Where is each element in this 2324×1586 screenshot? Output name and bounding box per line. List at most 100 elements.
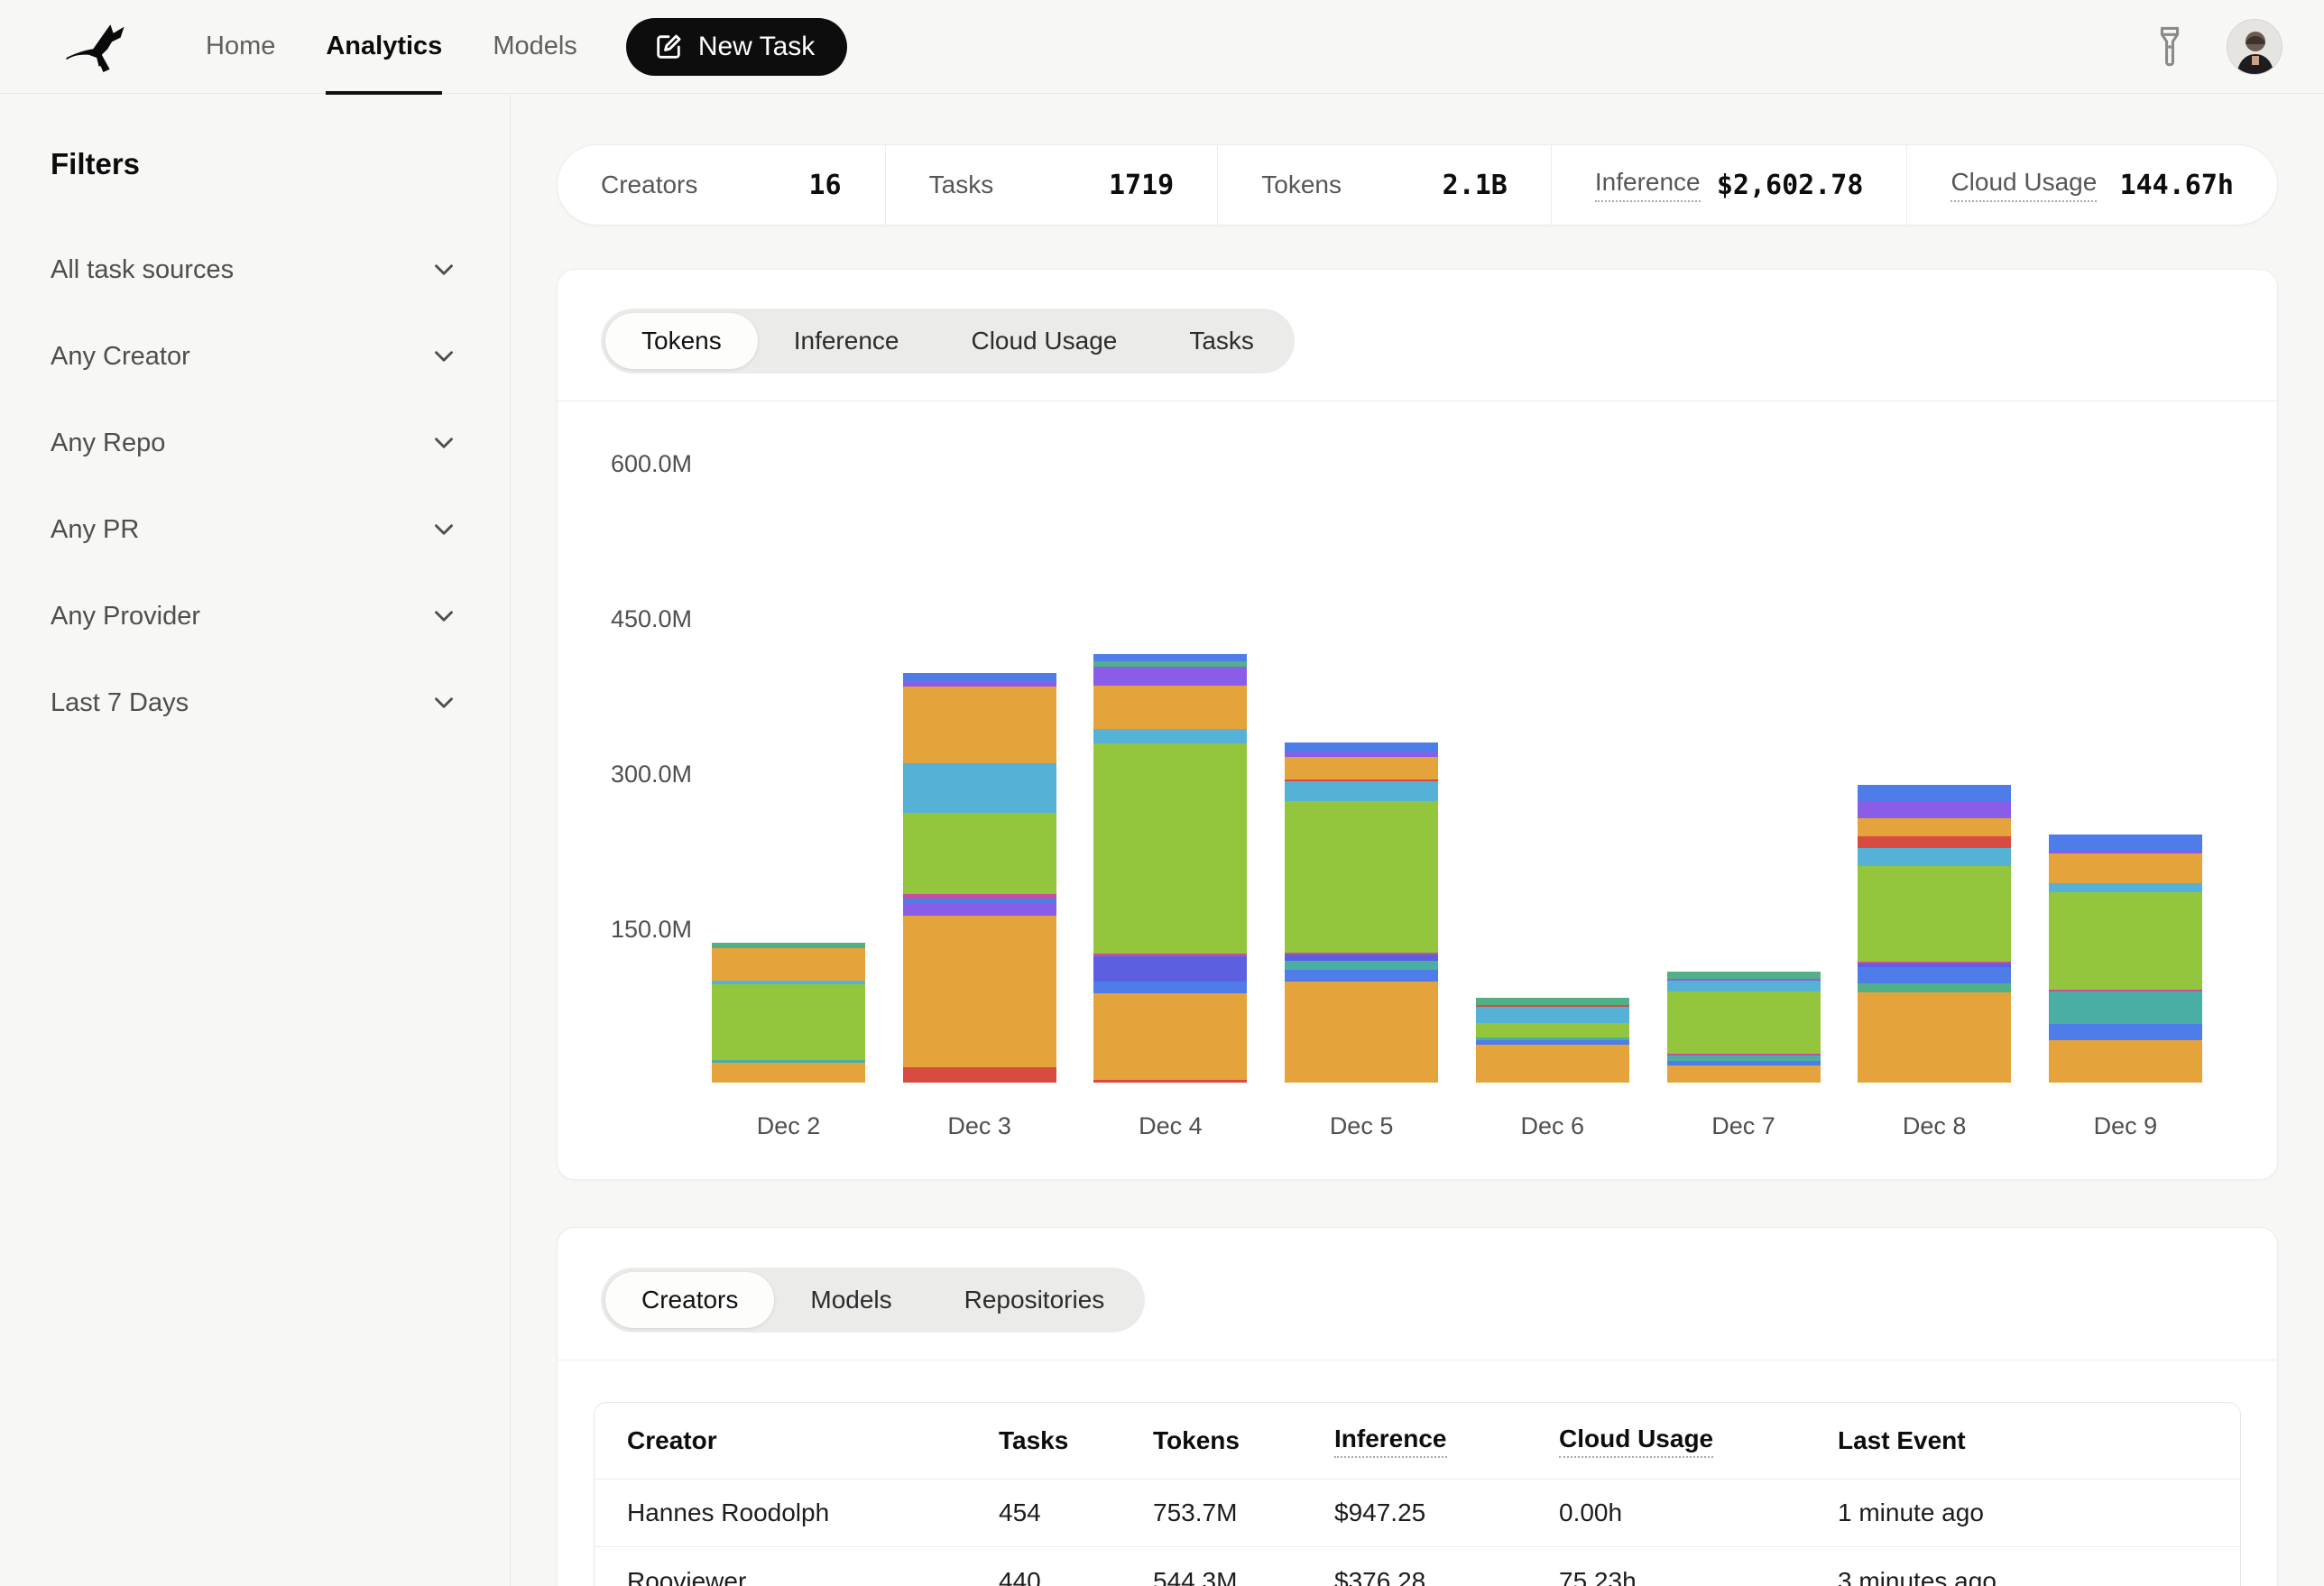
filters-title: Filters xyxy=(51,147,459,181)
bar-segment-green xyxy=(1476,1023,1629,1037)
bar-segment-orange xyxy=(903,687,1056,763)
bar-dec-4[interactable] xyxy=(1093,654,1247,1083)
filter-label: Any Repo xyxy=(51,429,165,458)
bar-dec-5[interactable] xyxy=(1285,742,1438,1083)
tab-inference[interactable]: Inference xyxy=(758,313,936,369)
tab-models[interactable]: Models xyxy=(774,1272,927,1328)
cell-tasks: 440 xyxy=(999,1567,1153,1586)
new-task-label: New Task xyxy=(698,32,816,62)
cell-last-event: 3 minutes ago xyxy=(1838,1567,2240,1586)
filter-all-task-sources[interactable]: All task sources xyxy=(51,226,459,313)
bar-segment-teal xyxy=(2049,991,2202,1024)
tab-creators[interactable]: Creators xyxy=(605,1272,774,1328)
cell-tokens: 544.3M xyxy=(1153,1567,1334,1586)
bar-dec-6[interactable] xyxy=(1476,998,1629,1083)
bar-segment-red xyxy=(1858,836,2011,848)
bar-dec-8[interactable] xyxy=(1858,785,2011,1083)
flashlight-icon[interactable] xyxy=(2144,18,2196,76)
y-axis-tick-450.0M: 450.0M xyxy=(558,605,692,633)
bar-segment-orange xyxy=(1093,993,1247,1079)
cell-creator: Hannes Roodolph xyxy=(627,1498,999,1527)
stat-label-cloud-usage[interactable]: Cloud Usage xyxy=(1950,168,2097,202)
tab-tokens[interactable]: Tokens xyxy=(605,313,758,369)
kangaroo-logo-icon[interactable] xyxy=(65,16,137,78)
filter-last-7-days[interactable]: Last 7 Days xyxy=(51,659,459,746)
bar-segment-seagreen xyxy=(1858,983,2011,992)
usage-chart-card: TokensInferenceCloud UsageTasks 150.0M 30… xyxy=(557,269,2278,1180)
stat-label-inference[interactable]: Inference xyxy=(1595,168,1701,202)
column-header-inference[interactable]: Inference xyxy=(1334,1425,1447,1458)
bar-segment-cyan xyxy=(903,763,1056,813)
x-axis-label-dec-9: Dec 9 xyxy=(2049,1112,2202,1140)
cell-creator: Rooviewer xyxy=(627,1567,999,1586)
y-axis-tick-300.0M: 300.0M xyxy=(558,761,692,788)
bar-segment-seagreen xyxy=(1476,998,1629,1005)
filter-label: Any Creator xyxy=(51,342,190,372)
x-axis-label-dec-4: Dec 4 xyxy=(1093,1112,1247,1140)
analytics-dashboard: { "nav": { "links": [ { "label": "Home",… xyxy=(0,0,2324,1586)
filter-label: All task sources xyxy=(51,255,234,285)
filter-label: Any Provider xyxy=(51,602,200,632)
bar-segment-orange xyxy=(2049,853,2202,883)
filter-any-creator[interactable]: Any Creator xyxy=(51,313,459,400)
cell-inference: $376.28 xyxy=(1334,1567,1559,1586)
cell-cloud-usage: 75.23h xyxy=(1559,1567,1838,1586)
bar-segment-blue xyxy=(1093,654,1247,661)
filter-list: All task sources Any Creator Any Repo Any P… xyxy=(51,226,459,746)
bar-segment-violet xyxy=(1093,667,1247,686)
bar-segment-teal xyxy=(1285,961,1438,970)
stat-label-tasks: Tasks xyxy=(929,171,994,199)
bar-segment-cyan xyxy=(1667,981,1821,992)
stat-tokens: Tokens2.1B xyxy=(1218,145,1552,225)
bar-segment-cyan xyxy=(1858,848,2011,867)
edit-icon xyxy=(653,32,684,62)
bar-dec-9[interactable] xyxy=(2049,834,2202,1083)
bar-segment-blue xyxy=(903,673,1056,682)
column-header-tokens: Tokens xyxy=(1153,1426,1240,1455)
bar-segment-blue xyxy=(2049,1024,2202,1040)
column-header-cloud-usage[interactable]: Cloud Usage xyxy=(1559,1425,1713,1458)
chevron-down-icon xyxy=(429,514,459,545)
nav-link-models[interactable]: Models xyxy=(467,0,603,94)
cell-inference: $947.25 xyxy=(1334,1498,1559,1527)
bar-dec-2[interactable] xyxy=(712,943,865,1083)
bar-segment-green xyxy=(1285,801,1438,952)
table-row[interactable]: Hannes Roodolph454753.7M$947.250.00h1 mi… xyxy=(595,1480,2240,1547)
filter-any-repo[interactable]: Any Repo xyxy=(51,400,459,486)
stat-label-creators: Creators xyxy=(601,171,697,199)
filter-label: Any PR xyxy=(51,515,139,545)
bar-segment-violet xyxy=(1858,801,2011,817)
user-avatar[interactable] xyxy=(2227,19,2282,75)
table-row[interactable]: Rooviewer440544.3M$376.2875.23h3 minutes… xyxy=(595,1547,2240,1586)
tab-tasks[interactable]: Tasks xyxy=(1153,313,1290,369)
bar-segment-orange xyxy=(1285,982,1438,1083)
bar-segment-orange xyxy=(712,948,865,981)
bar-segment-blue xyxy=(1285,970,1438,982)
filter-any-pr[interactable]: Any PR xyxy=(51,486,459,573)
tab-repositories[interactable]: Repositories xyxy=(928,1272,1141,1328)
top-nav: HomeAnalyticsModels New Task xyxy=(0,0,2324,94)
cell-tasks: 454 xyxy=(999,1498,1153,1527)
tab-cloud-usage[interactable]: Cloud Usage xyxy=(935,313,1153,369)
stat-inference: Inference$2,602.78 xyxy=(1552,145,1908,225)
bar-segment-blue xyxy=(1093,982,1247,994)
x-axis-label-dec-2: Dec 2 xyxy=(712,1112,865,1140)
bar-segment-red xyxy=(903,1067,1056,1083)
nav-link-analytics[interactable]: Analytics xyxy=(300,0,467,94)
breakdown-table-card: CreatorsModelsRepositories CreatorTasksT… xyxy=(557,1227,2278,1586)
bar-segment-blue xyxy=(1858,967,2011,983)
x-axis-label-dec-8: Dec 8 xyxy=(1858,1112,2011,1140)
new-task-button[interactable]: New Task xyxy=(626,18,848,76)
bar-dec-3[interactable] xyxy=(903,673,1056,1083)
summary-stats-card: Creators16Tasks1719Tokens2.1BInference$2… xyxy=(557,144,2278,226)
y-axis-tick-150.0M: 150.0M xyxy=(558,916,692,944)
creators-table: CreatorTasksTokensInferenceCloud UsageLa… xyxy=(594,1402,2241,1586)
bar-segment-cyan xyxy=(1285,781,1438,801)
bar-segment-orange xyxy=(1285,757,1438,779)
bar-dec-7[interactable] xyxy=(1667,972,1821,1083)
bar-segment-indigo xyxy=(1285,954,1438,961)
nav-link-home[interactable]: Home xyxy=(180,0,300,94)
filter-any-provider[interactable]: Any Provider xyxy=(51,573,459,659)
bar-segment-orange xyxy=(2049,1040,2202,1083)
y-axis-tick-600.0M: 600.0M xyxy=(558,450,692,478)
